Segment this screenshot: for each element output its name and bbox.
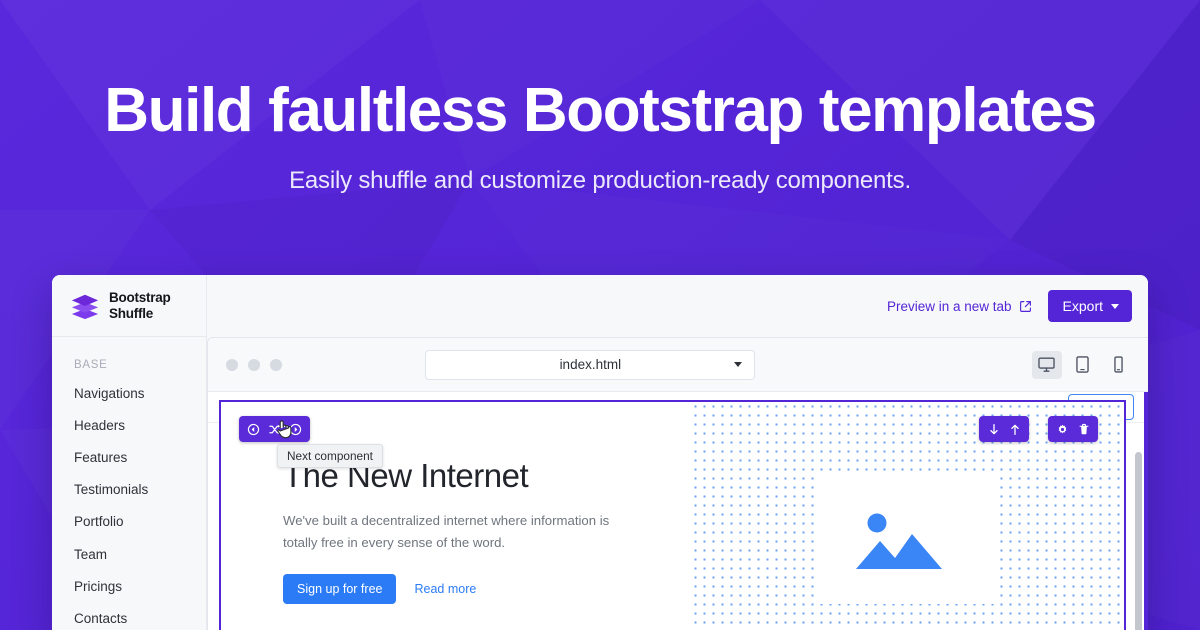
browser-frame: index.html Next component The New Intern… bbox=[207, 337, 1148, 630]
preview-link-label: Preview in a new tab bbox=[886, 298, 1012, 314]
sidebar-item-navigations[interactable]: Navigations bbox=[52, 377, 206, 409]
browser-preview-wrap: index.html Next component The New Intern… bbox=[207, 337, 1148, 630]
brand-line-2: Shuffle bbox=[109, 305, 153, 321]
device-desktop-button[interactable] bbox=[1031, 350, 1062, 379]
component-paragraph: We've built a decentralized internet whe… bbox=[283, 513, 610, 551]
app-brand[interactable]: Bootstrap Shuffle bbox=[52, 275, 206, 337]
preview-in-new-tab-link[interactable]: Preview in a new tab bbox=[887, 299, 1032, 314]
tablet-icon bbox=[1076, 356, 1090, 373]
window-dot-yellow bbox=[248, 358, 260, 371]
image-card bbox=[816, 471, 999, 604]
sidebar-section-label: BASE bbox=[74, 359, 108, 371]
sidebar-item-team[interactable]: Team bbox=[52, 538, 206, 570]
sidebar-item-pricings[interactable]: Pricings bbox=[52, 570, 206, 602]
circle-arrow-left-icon bbox=[247, 423, 260, 435]
stacked-layers-icon bbox=[71, 294, 99, 319]
move-component-down-button[interactable] bbox=[984, 420, 1003, 438]
read-more-link[interactable]: Read more bbox=[414, 582, 476, 596]
external-link-icon bbox=[1019, 300, 1031, 312]
sidebar-item-portfolio[interactable]: Portfolio bbox=[52, 506, 206, 538]
sidebar-item-headers[interactable]: Headers bbox=[52, 409, 206, 441]
app-window: Bootstrap Shuffle BASE Navigations Heade… bbox=[52, 275, 1148, 630]
app-brand-name: Bootstrap Shuffle bbox=[109, 290, 171, 321]
component-delete-button[interactable] bbox=[1074, 420, 1093, 438]
arrow-up-icon bbox=[1010, 424, 1019, 435]
sidebar-item-testimonials[interactable]: Testimonials bbox=[52, 474, 206, 506]
chevron-down-icon bbox=[734, 362, 743, 367]
mobile-icon bbox=[1114, 356, 1124, 373]
page-subtitle: Easily shuffle and customize production-… bbox=[289, 166, 911, 194]
component-cta-group: Sign up for free Read more bbox=[283, 573, 691, 604]
component-move-toolbar bbox=[979, 416, 1029, 442]
window-dots bbox=[226, 358, 282, 371]
export-button-label: Export bbox=[1062, 298, 1103, 314]
move-component-up-button[interactable] bbox=[1005, 420, 1024, 438]
hero-text-block: Build faultless Bootstrap templates Easi… bbox=[0, 0, 1200, 195]
export-button[interactable]: Export bbox=[1047, 290, 1132, 322]
component-actions-toolbar bbox=[1048, 416, 1098, 442]
sidebar-item-contacts[interactable]: Contacts bbox=[52, 602, 206, 630]
browser-toolbar: index.html bbox=[208, 338, 1148, 392]
device-tablet-button[interactable] bbox=[1068, 351, 1098, 379]
page-title: Build faultless Bootstrap templates bbox=[104, 76, 1097, 145]
gear-icon bbox=[1058, 424, 1067, 434]
editor-area: Preview in a new tab Export index.html N… bbox=[207, 275, 1148, 630]
trash-icon bbox=[1078, 423, 1089, 434]
signup-for-free-button[interactable]: Sign up for free bbox=[283, 573, 397, 604]
desktop-icon bbox=[1038, 357, 1056, 372]
right-edge-strip bbox=[1144, 392, 1148, 630]
site-preview: Pied Piper Features Enterprise Support I… bbox=[208, 392, 1148, 630]
brand-line-1: Bootstrap bbox=[109, 289, 171, 305]
preview-scrollbar[interactable] bbox=[1135, 452, 1142, 630]
window-dot-green bbox=[270, 358, 282, 371]
component-settings-button[interactable] bbox=[1053, 420, 1072, 438]
component-tooltip: Next component bbox=[277, 444, 383, 468]
device-mobile-button[interactable] bbox=[1104, 351, 1134, 379]
sidebar-item-features[interactable]: Features bbox=[52, 441, 206, 473]
selected-component[interactable]: Next component The New Internet We've bu… bbox=[219, 400, 1126, 630]
device-switcher bbox=[1031, 350, 1134, 379]
window-dot-red bbox=[226, 358, 238, 371]
file-select[interactable]: index.html bbox=[425, 349, 756, 380]
image-placeholder-icon bbox=[856, 513, 943, 569]
editor-topbar: Preview in a new tab Export bbox=[207, 275, 1148, 337]
arrow-down-icon bbox=[989, 423, 998, 434]
sidebar: Bootstrap Shuffle BASE Navigations Heade… bbox=[52, 275, 207, 630]
chevron-down-icon bbox=[1111, 303, 1119, 309]
previous-component-button[interactable] bbox=[244, 420, 263, 438]
scrollbar-thumb[interactable] bbox=[1135, 452, 1142, 630]
mouse-pointer-hand-icon bbox=[277, 420, 292, 439]
file-select-value: index.html bbox=[559, 357, 622, 372]
